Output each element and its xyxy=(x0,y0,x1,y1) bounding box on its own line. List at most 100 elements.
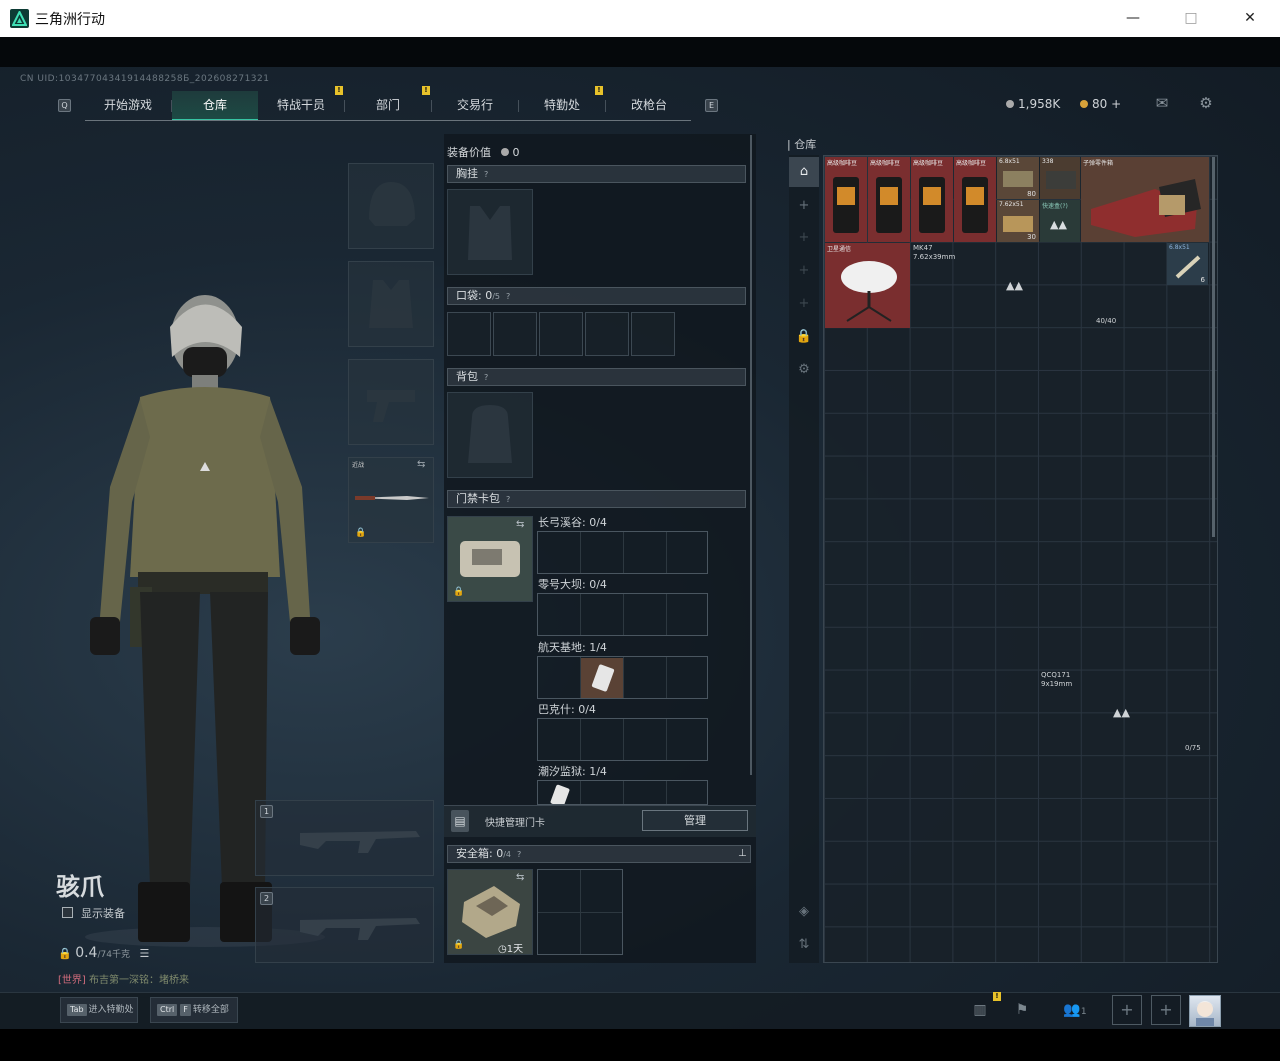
satellite-comm-item[interactable]: 卫星通信 xyxy=(825,243,910,328)
add-page-icon[interactable]: + xyxy=(789,191,819,221)
safe-box-slot[interactable]: ⇆ 🔒 ◷1天 xyxy=(447,869,533,955)
coffee-bean-item[interactable]: 高级咖啡豆 xyxy=(954,157,996,242)
avatar-icon xyxy=(1195,1001,1215,1026)
keycard-item[interactable] xyxy=(539,782,579,804)
add-currency-button[interactable]: + xyxy=(1111,97,1121,111)
add-page-icon[interactable]: + xyxy=(789,289,819,319)
keycard-grid[interactable] xyxy=(537,593,708,636)
swap-icon[interactable]: ⇆ xyxy=(516,519,524,530)
safe-box-grid[interactable] xyxy=(537,869,623,955)
layers-icon[interactable]: ◈ xyxy=(789,897,819,927)
lock-icon: 🔒 xyxy=(453,940,465,950)
weight-indicator: 🔒 0.4/74千克 ☰ xyxy=(58,945,150,961)
qcq171-smg-item[interactable]: QCQ171 9x19mm ▲▲ 0/75 xyxy=(1039,670,1209,755)
avatar[interactable] xyxy=(1189,995,1221,1027)
friends-button[interactable]: 👥1 xyxy=(1058,1000,1092,1020)
ammo-box-icon xyxy=(1003,171,1033,187)
helmet-slot[interactable] xyxy=(348,163,434,249)
keycard-grid[interactable] xyxy=(537,656,708,699)
pocket-slot[interactable] xyxy=(539,312,583,356)
nav-right-key[interactable]: E xyxy=(705,99,718,112)
melee-slot[interactable]: 近战 ⇆ 🔒 xyxy=(348,457,434,543)
coffee-bean-item[interactable]: 高级咖啡豆 xyxy=(825,157,867,242)
gear-icon[interactable]: ⚙ xyxy=(789,355,819,385)
keycard-grid[interactable] xyxy=(537,718,708,761)
clock-icon: ◷ xyxy=(498,944,507,955)
ammo-item[interactable]: 338 xyxy=(1040,157,1080,199)
pocket-slot[interactable] xyxy=(493,312,537,356)
invite-slot-button[interactable]: + xyxy=(1151,995,1181,1025)
help-icon[interactable]: ? xyxy=(517,850,521,859)
tab-start-game[interactable]: 开始游戏 xyxy=(85,91,171,121)
top-band xyxy=(0,37,1280,67)
tab-trading[interactable]: 交易行 xyxy=(432,91,518,121)
keycard-item[interactable] xyxy=(581,658,623,698)
pin-icon[interactable]: ⊥ xyxy=(738,846,747,862)
mail-icon[interactable]: ✉ xyxy=(1153,95,1171,111)
keycard-pack-slot[interactable]: ⇆ 🔒 xyxy=(447,516,533,602)
add-page-icon[interactable]: + xyxy=(789,223,819,253)
delta-coin-balance[interactable]: 80 + xyxy=(1080,97,1121,111)
stash-page-home-icon[interactable]: ⌂ xyxy=(789,157,819,187)
stats-icon[interactable]: ▥ xyxy=(968,1000,992,1020)
ammo-item[interactable]: 6.8x51 6 xyxy=(1167,243,1208,285)
chest-rig-slot[interactable] xyxy=(447,189,533,275)
tab-gunsmith[interactable]: 改枪台 xyxy=(606,91,692,121)
keycard-map-label: 零号大坝: 0/4 xyxy=(538,578,607,591)
show-equipment-checkbox[interactable] xyxy=(62,907,73,918)
gear-icon[interactable]: ⚙ xyxy=(1197,95,1215,111)
maximize-button[interactable]: □ xyxy=(1168,6,1214,30)
lock-icon[interactable]: 🔒 xyxy=(789,322,819,352)
mk47-rifle-item[interactable]: MK47 7.62x39mm ▲▲ 40/40 xyxy=(911,243,1208,328)
pocket-slot[interactable] xyxy=(447,312,491,356)
pocket-slot[interactable] xyxy=(585,312,629,356)
pocket-slot[interactable] xyxy=(631,312,675,356)
transfer-all-button[interactable]: Ctrl F 转移全部 xyxy=(150,997,238,1023)
swap-icon[interactable]: ⇆ xyxy=(417,459,425,470)
pistol-slot[interactable] xyxy=(348,359,434,445)
add-page-icon[interactable]: + xyxy=(789,256,819,286)
invite-slot-button[interactable]: + xyxy=(1112,995,1142,1025)
world-chat-line[interactable]: [世界] 布吉第一深铭：堵桥来 xyxy=(58,971,189,986)
sort-icon[interactable]: ⇅ xyxy=(789,930,819,960)
keycard-grid[interactable] xyxy=(537,531,708,574)
loadout-scrollbar[interactable] xyxy=(750,135,752,775)
secondary-weapon-slot[interactable]: 2 xyxy=(255,887,434,963)
quick-case-item[interactable]: 快速盒(?) ▲▲ xyxy=(1040,200,1080,242)
delta-logo-icon: ▲▲ xyxy=(1113,706,1130,719)
timer: ◷1天 xyxy=(498,944,524,955)
notification-badge: ! xyxy=(335,86,343,95)
flag-icon[interactable]: ⚑ xyxy=(1010,1000,1034,1020)
stash-title: | 仓库 xyxy=(787,138,817,151)
ammo-item[interactable]: 7.62x51 30 xyxy=(997,200,1039,242)
keycard-grid[interactable] xyxy=(537,780,708,805)
notification-badge: ! xyxy=(595,86,603,95)
bullet-parts-box-item[interactable]: 子弹零件箱 xyxy=(1081,157,1209,242)
primary-weapon-slot[interactable]: 1 xyxy=(255,800,434,876)
swap-icon[interactable]: ⇆ xyxy=(516,872,524,883)
nav-left-key[interactable]: Q xyxy=(58,99,71,112)
coffee-bean-item[interactable]: 高级咖啡豆 xyxy=(911,157,953,242)
list-icon[interactable]: ☰ xyxy=(139,947,149,960)
manage-button[interactable]: 管理 xyxy=(642,810,748,831)
window-titlebar: 三角洲行动 — □ ✕ xyxy=(0,0,1280,37)
enter-special-ops-button[interactable]: Tab 进入特勤处 xyxy=(60,997,138,1023)
tab-special-ops[interactable]: 特勤处 xyxy=(519,91,605,121)
tab-warehouse[interactable]: 仓库 xyxy=(172,91,258,121)
backpack-slot[interactable] xyxy=(447,392,533,478)
minimize-button[interactable]: — xyxy=(1110,6,1156,30)
close-button[interactable]: ✕ xyxy=(1227,6,1273,30)
armor-slot[interactable] xyxy=(348,261,434,347)
pistol-icon xyxy=(367,390,415,422)
help-icon[interactable]: ? xyxy=(506,292,510,301)
notification-badge: ! xyxy=(422,86,430,95)
ammo-item[interactable]: 6.8x51 80 xyxy=(997,157,1039,199)
coffee-bean-item[interactable]: 高级咖啡豆 xyxy=(868,157,910,242)
tab-department[interactable]: 部门 xyxy=(345,91,431,121)
help-icon[interactable]: ? xyxy=(484,373,488,382)
hafu-coin-balance[interactable]: 1,958K xyxy=(1006,97,1060,111)
tab-operators[interactable]: 特战干员 xyxy=(258,91,344,121)
stash-scrollbar[interactable] xyxy=(1212,157,1215,537)
help-icon[interactable]: ? xyxy=(484,170,488,179)
help-icon[interactable]: ? xyxy=(506,495,510,504)
